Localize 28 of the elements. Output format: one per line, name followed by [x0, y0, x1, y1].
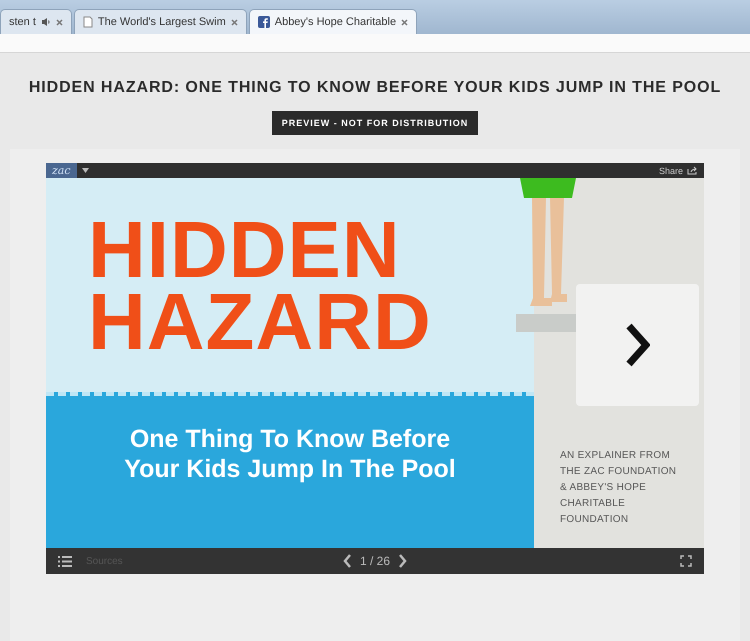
- logo[interactable]: zac: [46, 163, 77, 178]
- page-headline: HIDDEN HAZARD: ONE THING TO KNOW BEFORE YOUR KIDS JUMP IN THE POOL: [28, 79, 722, 97]
- caret-icon[interactable]: [82, 168, 89, 173]
- fullscreen-icon[interactable]: [680, 555, 692, 567]
- page-indicator: 1 / 26: [360, 554, 390, 568]
- browser-tab[interactable]: Abbey's Hope Charitable: [248, 9, 418, 34]
- next-slide-button[interactable]: [576, 284, 699, 406]
- slide-subtitle: One Thing To Know Before: [130, 424, 450, 454]
- chevron-right-icon: [626, 323, 650, 367]
- facebook-icon: [258, 16, 270, 28]
- chevron-right-icon[interactable]: [398, 554, 408, 568]
- chevron-left-icon[interactable]: [342, 554, 352, 568]
- slide-title: HAZARD: [88, 286, 433, 358]
- menu-icon[interactable]: [58, 556, 72, 566]
- slide-subtitle: Your Kids Jump In The Pool: [124, 454, 456, 484]
- page-icon: [82, 16, 93, 28]
- diving-board: [516, 314, 576, 332]
- close-icon[interactable]: [56, 18, 63, 26]
- share-button[interactable]: Share: [658, 166, 698, 176]
- share-icon: [687, 166, 698, 175]
- preview-badge: PREVIEW - NOT FOR DISTRIBUTION: [272, 111, 478, 135]
- credit-text: AN EXPLAINER FROM THE ZAC FOUNDATION & ABBEY'S HOPE CHARITABLE FOUNDATION: [560, 449, 678, 527]
- speaker-icon: [40, 17, 51, 27]
- close-icon[interactable]: [401, 18, 408, 26]
- browser-tab[interactable]: sten t: [0, 9, 72, 34]
- close-icon[interactable]: [230, 18, 238, 26]
- slide-title: HIDDEN: [88, 214, 402, 286]
- browser-tab[interactable]: The World's Largest Swim: [74, 9, 247, 34]
